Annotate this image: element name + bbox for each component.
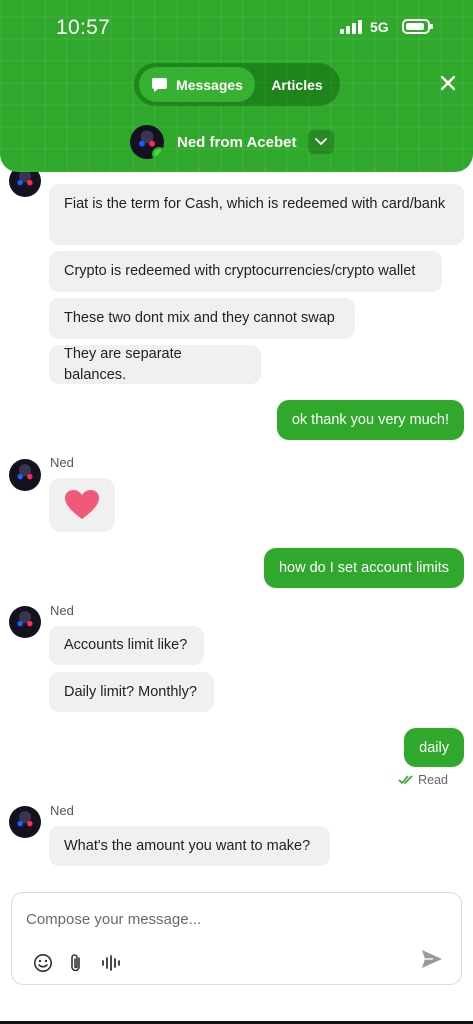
agent-avatar: [9, 806, 41, 838]
send-button[interactable]: [421, 949, 445, 973]
battery-icon: [402, 19, 433, 34]
emoji-icon: [34, 954, 52, 972]
tab-messages[interactable]: Messages: [139, 67, 255, 102]
voice-button[interactable]: [100, 952, 122, 974]
tab-messages-label: Messages: [176, 76, 243, 93]
message-icon: [152, 77, 168, 92]
agent-message: What's the amount you want to make?: [49, 826, 330, 866]
chat-header: 10:57 5G Messages Articles Ned from Aceb…: [0, 0, 473, 172]
online-indicator: [152, 147, 164, 159]
compose-input[interactable]: [26, 907, 406, 931]
agent-message: Fiat is the term for Cash, which is rede…: [49, 184, 464, 245]
paperclip-icon: [71, 954, 80, 972]
agent-avatar: [9, 459, 41, 491]
agent-message: Crypto is redeemed with cryptocurrencies…: [49, 251, 442, 292]
sender-name: Ned: [50, 455, 74, 470]
sender-name: Ned: [50, 803, 74, 818]
agent-reaction-message: [49, 478, 115, 532]
header-tabs: Messages Articles: [134, 63, 340, 106]
chevron-down-icon: [315, 138, 328, 146]
send-icon: [422, 950, 442, 968]
close-icon: [440, 75, 456, 91]
close-button[interactable]: [436, 72, 460, 96]
agent-avatar: [9, 606, 41, 638]
network-label: 5G: [370, 19, 389, 35]
agent-dropdown-button[interactable]: [308, 130, 335, 154]
emoji-button[interactable]: [32, 952, 54, 974]
agent-info: Ned from Acebet: [130, 123, 335, 161]
user-message: how do I set account limits: [263, 548, 464, 588]
read-receipt: Read: [398, 773, 448, 787]
agent-name: Ned from Acebet: [177, 133, 297, 151]
agent-message: These two dont mix and they cannot swap: [49, 298, 355, 339]
agent-header-avatar: [130, 125, 164, 159]
read-status-label: Read: [418, 773, 448, 787]
tab-articles-label: Articles: [271, 76, 323, 93]
user-message: ok thank you very much!: [276, 400, 464, 440]
agent-message: Accounts limit like?: [49, 626, 204, 665]
sender-name: Ned: [50, 603, 74, 618]
status-bar: 10:57 5G: [0, 0, 473, 56]
double-check-icon: [398, 775, 413, 785]
agent-message: They are separate balances.: [49, 345, 261, 384]
tab-articles[interactable]: Articles: [258, 67, 336, 102]
agent-message: Daily limit? Monthly?: [49, 672, 214, 712]
status-time: 10:57: [56, 16, 111, 39]
attach-button[interactable]: [65, 952, 87, 974]
heart-icon: [65, 490, 99, 519]
voice-icon: [102, 955, 120, 971]
user-message: daily: [404, 728, 464, 767]
signal-icon: [340, 20, 362, 34]
message-composer: [11, 892, 462, 985]
